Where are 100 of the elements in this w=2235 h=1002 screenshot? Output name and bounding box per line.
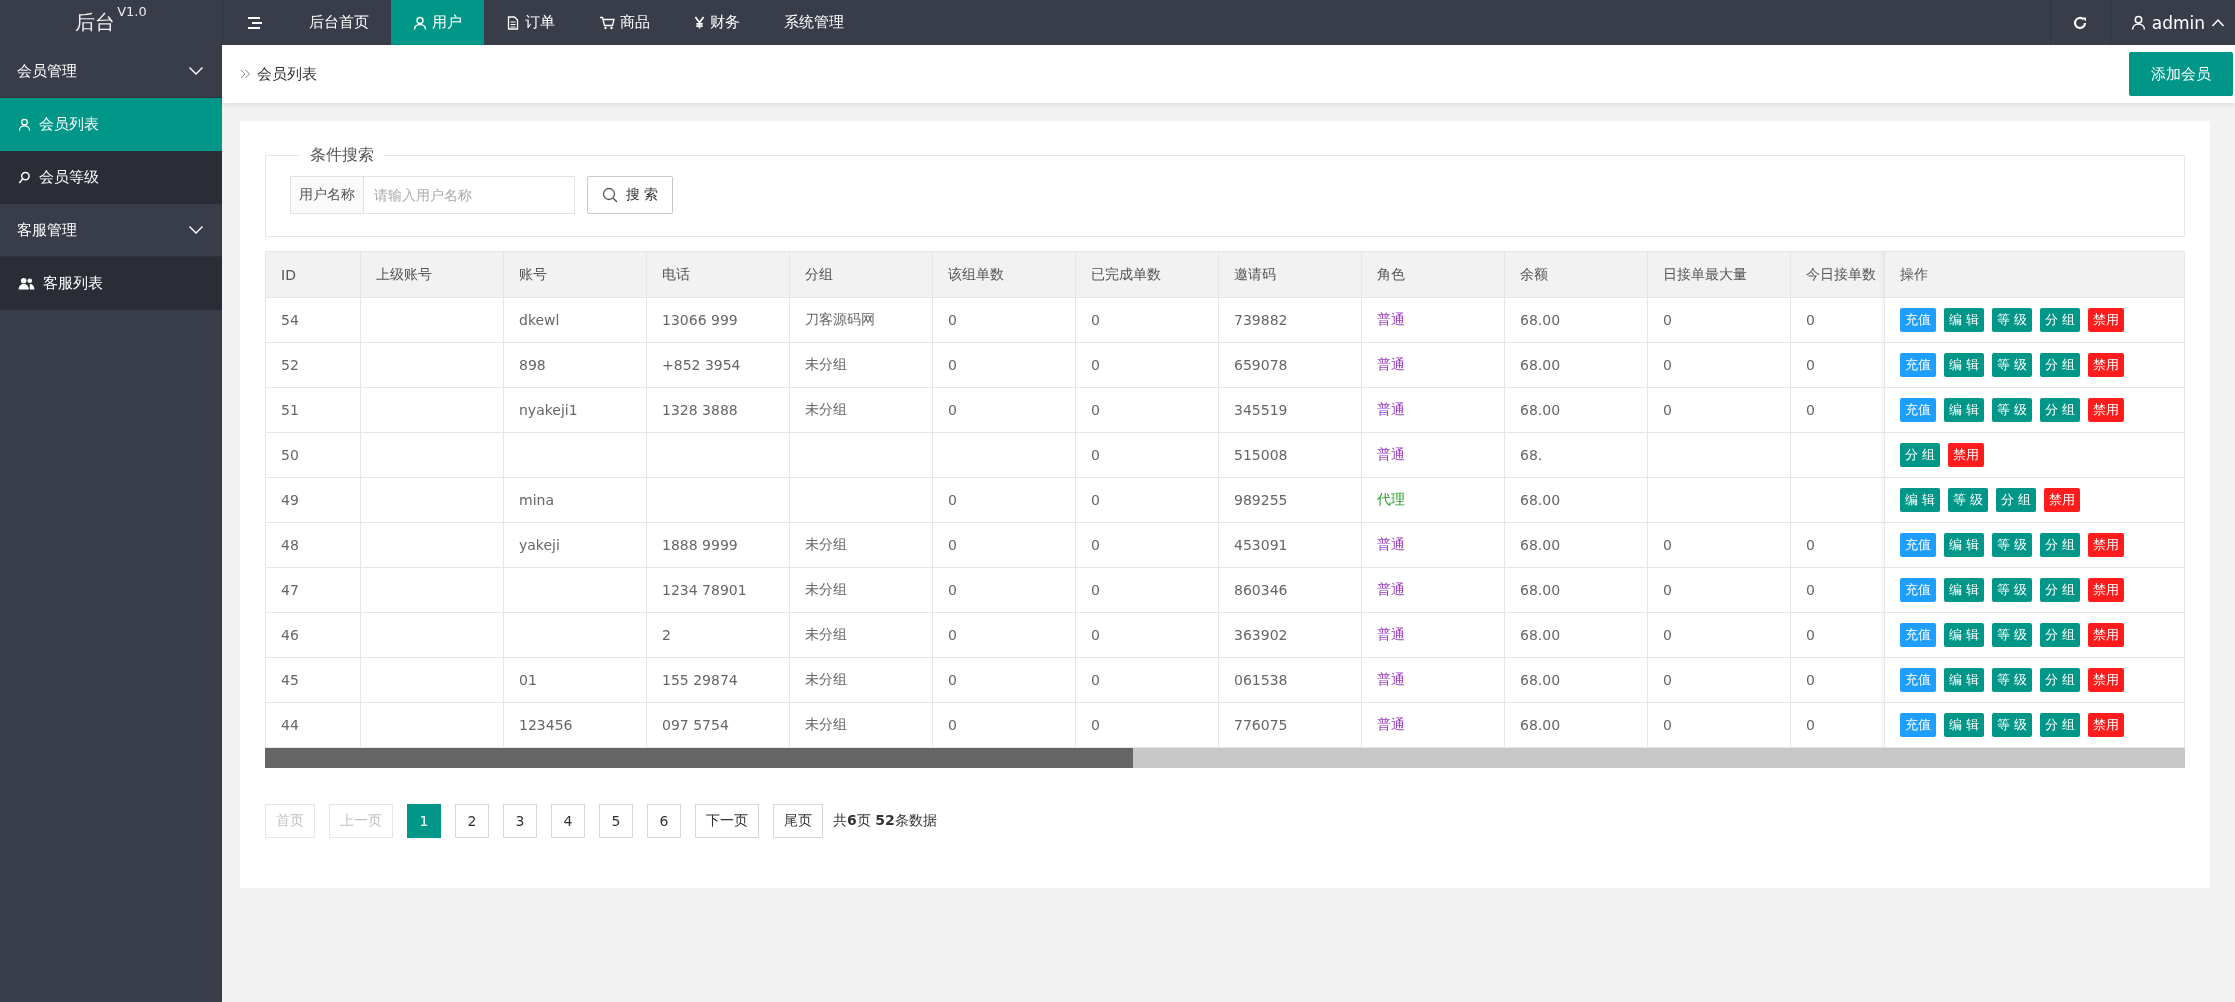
action-button[interactable]: 分 组: [2040, 578, 2081, 602]
action-button[interactable]: 充值: [1900, 578, 1936, 602]
action-button[interactable]: 充值: [1900, 308, 1936, 332]
table-cell: 453091: [1234, 537, 1288, 553]
action-button[interactable]: 禁用: [2088, 668, 2125, 692]
action-button[interactable]: 编 辑: [1944, 308, 1985, 332]
action-button[interactable]: 编 辑: [1944, 533, 1985, 557]
table-cell: 0: [1091, 582, 1100, 598]
action-button[interactable]: 分 组: [1996, 488, 2037, 512]
cart-icon: [599, 15, 615, 30]
action-button[interactable]: 等 级: [1992, 713, 2033, 737]
action-button[interactable]: 分 组: [2040, 353, 2081, 377]
table-cell: 50: [281, 447, 299, 463]
nav-tab[interactable]: 用户: [391, 0, 484, 45]
action-button[interactable]: 等 级: [1992, 668, 2033, 692]
action-button[interactable]: 编 辑: [1944, 668, 1985, 692]
nav-tab[interactable]: 财务: [672, 0, 762, 45]
table-cell: 未分组: [805, 356, 847, 372]
table-cell: 68.00: [1520, 492, 1561, 508]
table-cell: 739882: [1234, 312, 1288, 328]
table-cell: 898: [519, 357, 546, 373]
action-button[interactable]: 禁用: [2044, 488, 2081, 512]
sidebar-item[interactable]: 客服列表: [0, 257, 222, 310]
column-header: 角色: [1377, 265, 1405, 282]
table-cell: 68.00: [1520, 627, 1561, 643]
table-cell: 45: [281, 672, 299, 688]
action-button[interactable]: 充值: [1900, 398, 1936, 422]
column-header: 该组单数: [948, 265, 1004, 282]
action-button[interactable]: 分 组: [2040, 668, 2081, 692]
action-button[interactable]: 分 组: [1900, 443, 1941, 467]
user-icon: [18, 118, 31, 131]
action-button[interactable]: 编 辑: [1900, 488, 1941, 512]
page-button[interactable]: 下一页: [695, 804, 759, 838]
table-cell: 0: [1091, 447, 1100, 463]
action-button[interactable]: 充值: [1900, 533, 1936, 557]
nav-tab[interactable]: 后台首页: [287, 0, 391, 45]
action-button[interactable]: 禁用: [2088, 398, 2125, 422]
table-cell: 49: [281, 492, 299, 508]
action-button[interactable]: 编 辑: [1944, 398, 1985, 422]
action-button[interactable]: 禁用: [2088, 713, 2125, 737]
table-cell: 68.00: [1520, 312, 1561, 328]
action-button[interactable]: 等 级: [1992, 533, 2033, 557]
action-button[interactable]: 禁用: [2088, 623, 2125, 647]
table-cell: 68.00: [1520, 537, 1561, 553]
action-button[interactable]: 禁用: [2088, 308, 2125, 332]
action-button[interactable]: 分 组: [2040, 308, 2081, 332]
nav-tab[interactable]: 系统管理: [762, 0, 866, 45]
action-button[interactable]: 充值: [1900, 668, 1936, 692]
action-button[interactable]: 等 级: [1992, 623, 2033, 647]
document-icon: [506, 15, 520, 30]
action-button[interactable]: 充值: [1900, 353, 1936, 377]
action-button[interactable]: 分 组: [2040, 533, 2081, 557]
scrollbar[interactable]: [265, 748, 2185, 768]
action-button[interactable]: 编 辑: [1944, 623, 1985, 647]
double-chevron-icon: [240, 69, 251, 79]
action-button[interactable]: 等 级: [1948, 488, 1989, 512]
page-button[interactable]: 1: [407, 804, 441, 838]
chevron-icon: [188, 225, 204, 235]
action-button[interactable]: 分 组: [2040, 398, 2081, 422]
search-button[interactable]: 搜 索: [587, 176, 674, 214]
page-button[interactable]: 3: [503, 804, 537, 838]
table-cell: 01: [519, 672, 537, 688]
action-button[interactable]: 禁用: [1948, 443, 1985, 467]
action-button[interactable]: 等 级: [1992, 308, 2033, 332]
username-field[interactable]: 请输入用户名称: [364, 176, 575, 214]
action-button[interactable]: 等 级: [1992, 398, 2033, 422]
table-cell: 097 5754: [662, 717, 729, 733]
action-button[interactable]: 充值: [1900, 713, 1936, 737]
yen-icon: [694, 16, 705, 29]
role-label: 普通: [1377, 311, 1405, 327]
table-cell: 48: [281, 537, 299, 553]
role-label: 普通: [1377, 446, 1405, 462]
action-button[interactable]: 禁用: [2088, 578, 2125, 602]
page-button[interactable]: 5: [599, 804, 633, 838]
nav-tab[interactable]: 商品: [577, 0, 672, 45]
table-cell: 860346: [1234, 582, 1288, 598]
page-button[interactable]: 尾页: [773, 804, 823, 838]
action-button[interactable]: 禁用: [2088, 533, 2125, 557]
column-header: 分组: [805, 265, 833, 282]
table-cell: 0: [948, 582, 957, 598]
action-button[interactable]: 编 辑: [1944, 578, 1985, 602]
table-cell: 46: [281, 627, 299, 643]
action-button[interactable]: 禁用: [2088, 353, 2125, 377]
action-button[interactable]: 分 组: [2040, 623, 2081, 647]
nav-tab[interactable]: 订单: [484, 0, 577, 45]
page-button[interactable]: 4: [551, 804, 585, 838]
action-button[interactable]: 分 组: [2040, 713, 2081, 737]
action-button[interactable]: 编 辑: [1944, 713, 1985, 737]
page-button[interactable]: 2: [455, 804, 489, 838]
table-cell: 44: [281, 717, 299, 733]
sidebar-item[interactable]: 会员等级: [0, 151, 222, 204]
sidebar-item[interactable]: 会员列表: [0, 98, 222, 151]
action-button[interactable]: 等 级: [1992, 353, 2033, 377]
action-button[interactable]: 等 级: [1992, 578, 2033, 602]
page-button[interactable]: 6: [647, 804, 681, 838]
table-cell: 0: [1091, 357, 1100, 373]
add-member-button[interactable]: 添加会员: [2129, 52, 2233, 96]
action-button[interactable]: 充值: [1900, 623, 1936, 647]
table-cell: +852 3954: [662, 357, 741, 373]
action-button[interactable]: 编 辑: [1944, 353, 1985, 377]
